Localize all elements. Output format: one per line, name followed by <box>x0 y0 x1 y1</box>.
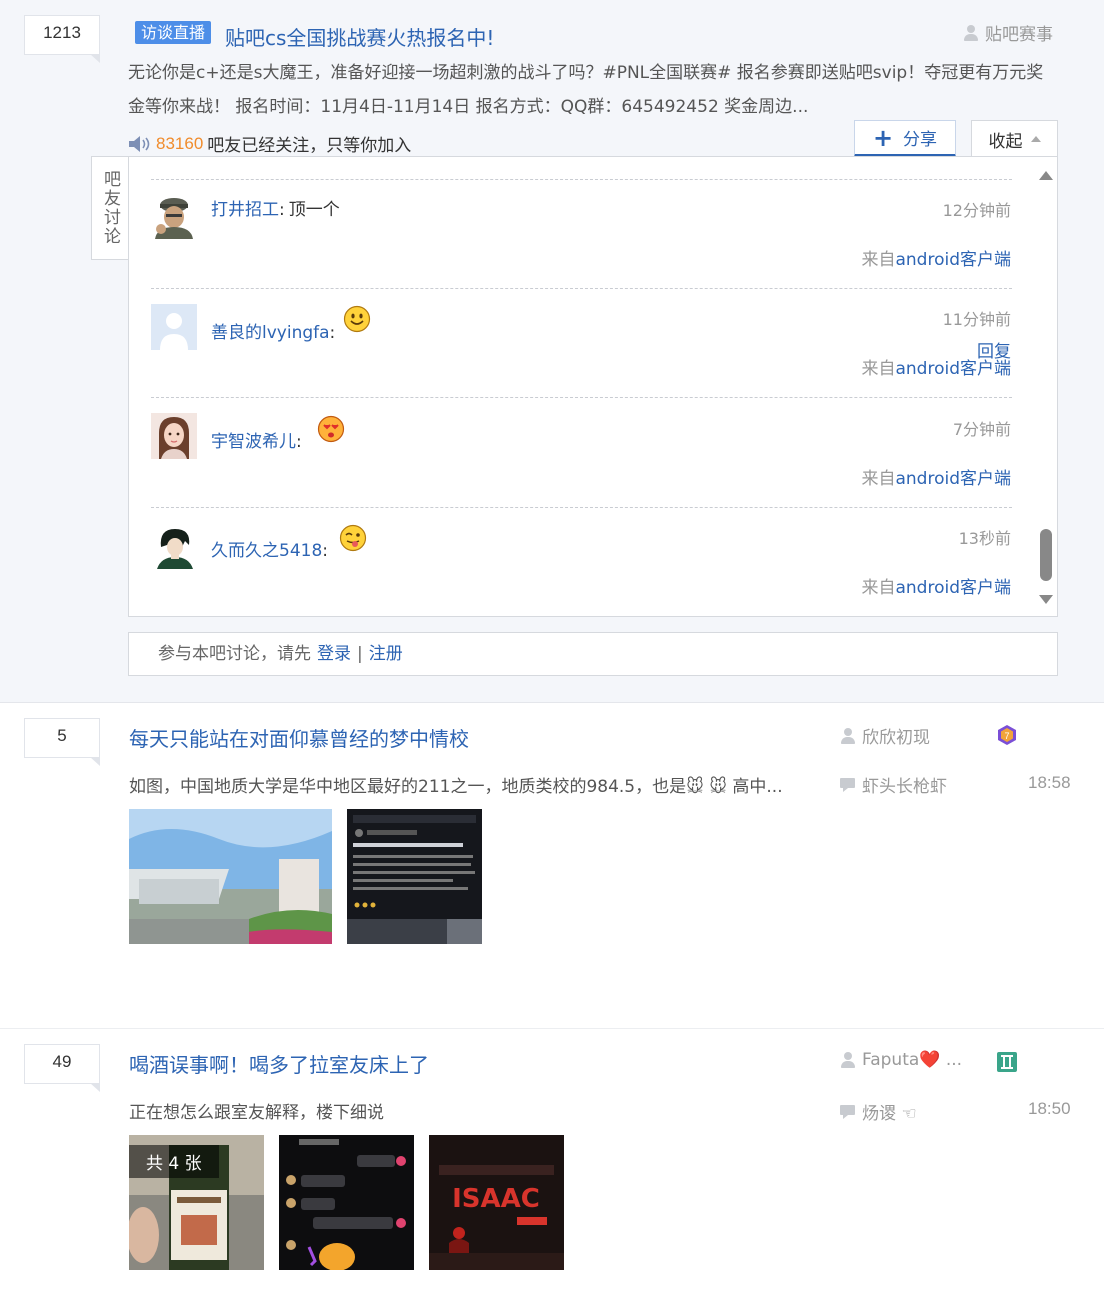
reply-count-badge: 49 <box>24 1044 100 1092</box>
thread-image[interactable] <box>347 809 482 944</box>
client-link[interactable]: android客户端 <box>895 359 1011 379</box>
tongue-emoji-icon <box>339 524 367 552</box>
comment-time: 7分钟前 <box>952 420 1011 439</box>
thread-image[interactable]: 共 4 张 <box>129 1135 264 1270</box>
last-replier-name: 炀谡 ☜ <box>862 1104 917 1124</box>
reply-icon <box>840 777 856 792</box>
avatar[interactable] <box>151 413 197 459</box>
reply-icon <box>840 1104 856 1119</box>
author-name: 欣欣初现 <box>862 728 930 748</box>
kiss-emoji-icon <box>317 415 345 443</box>
last-replier[interactable]: 炀谡 ☜ <box>840 1099 917 1124</box>
login-prompt-bar: 参与本吧讨论，请先 登录 | 注册 <box>128 632 1058 676</box>
default-avatar-image <box>151 304 197 350</box>
comment-time: 12分钟前 <box>942 201 1011 220</box>
last-reply-time: 18:58 <box>1028 773 1071 792</box>
plus-icon: + <box>872 123 894 152</box>
thread-divider <box>0 1028 1104 1029</box>
reply-count-badge: 5 <box>24 718 100 766</box>
last-replier-name: 虾头长枪虾 <box>862 777 947 797</box>
login-link[interactable]: 登录 <box>317 644 351 664</box>
svg-text:7: 7 <box>1004 731 1009 741</box>
fans-notice: 83160 吧友已经关注，只等你加入 <box>128 131 411 156</box>
campus-gate-image <box>129 809 332 944</box>
thread-list-page: 1213 访谈直播 贴吧cs全国挑战赛火热报名中! 贴吧赛事 无论你是c+还是s… <box>0 0 1104 1316</box>
soldier-avatar-image <box>151 193 197 239</box>
thread-abstract: 如图，中国地质大学是华中地区最好的211之一，地质类校的984.5，也是🐭 🐭 … <box>129 777 783 797</box>
comment-author[interactable]: 宇智波希儿: <box>211 427 302 452</box>
client-link[interactable]: android客户端 <box>895 578 1011 598</box>
comment-author[interactable]: 久而久之5418: <box>211 536 328 561</box>
register-link[interactable]: 注册 <box>369 644 403 664</box>
collapse-label: 收起 <box>988 131 1023 152</box>
separator <box>151 288 1012 289</box>
last-reply-time: 18:50 <box>1028 1099 1071 1118</box>
thread-title[interactable]: 每天只能站在对面仰慕曾经的梦中情校 <box>129 723 469 752</box>
client-link[interactable]: android客户端 <box>895 250 1011 270</box>
client-link[interactable]: android客户端 <box>895 469 1011 489</box>
comment-source: 来自android客户端 <box>861 250 1011 270</box>
author-name: 贴吧赛事 <box>985 25 1053 45</box>
avatar[interactable] <box>151 304 197 350</box>
discussion-panel: 打井招工: 顶一个 12分钟前 来自android客户端 善良的lvyingfa: <box>128 156 1058 617</box>
discussion-side-tab[interactable]: 吧友讨论 <box>91 156 129 260</box>
comment-source: 来自android客户端 <box>861 469 1011 489</box>
comment-source: 来自android客户端 <box>861 359 1011 379</box>
user-icon <box>840 1052 856 1068</box>
comment-source: 来自android客户端 <box>861 578 1011 598</box>
author-name: Faputa❤️ ... <box>862 1050 963 1070</box>
fans-count: 83160 <box>156 133 204 153</box>
scroll-up-arrow-icon[interactable] <box>1039 171 1053 180</box>
separator <box>151 179 1012 180</box>
level-badge-icon: 7 <box>998 725 1016 745</box>
comment-author[interactable]: 善良的lvyingfa: <box>211 318 335 343</box>
last-replier[interactable]: 虾头长枪虾 <box>840 772 947 797</box>
thread-author[interactable]: Faputa❤️ ... <box>840 1050 962 1070</box>
separator <box>151 507 1012 508</box>
comment-time: 13秒前 <box>958 529 1011 548</box>
avatar[interactable] <box>151 523 197 569</box>
caret-up-icon <box>1030 136 1041 142</box>
gemini-badge-icon <box>997 1052 1017 1072</box>
featured-thread: 1213 访谈直播 贴吧cs全国挑战赛火热报名中! 贴吧赛事 无论你是c+还是s… <box>0 0 1104 703</box>
speaker-icon <box>129 135 150 152</box>
scroll-down-arrow-icon[interactable] <box>1039 595 1053 604</box>
comment-time: 11分钟前 <box>942 310 1011 329</box>
reply-count-badge: 1213 <box>24 15 100 63</box>
thread-image[interactable] <box>279 1135 414 1270</box>
share-button[interactable]: + 分享 <box>854 120 956 157</box>
game-poster-image: ISAAC <box>429 1135 564 1270</box>
thread-title[interactable]: 喝酒误事啊！喝多了拉室友床上了 <box>129 1049 429 1078</box>
smile-emoji-icon <box>343 305 371 333</box>
girl-avatar-image <box>151 413 197 459</box>
svg-text:ISAAC: ISAAC <box>452 1184 540 1214</box>
login-prompt-text: 参与本吧讨论，请先 <box>158 644 311 664</box>
thread-abstract: 正在想怎么跟室友解释，楼下细说 <box>129 1103 384 1123</box>
user-icon <box>840 727 856 744</box>
image-count-label: 共 4 张 <box>129 1145 219 1178</box>
user-icon <box>963 24 979 41</box>
comment-author[interactable]: 打井招工: 顶一个 <box>211 195 340 220</box>
anime-avatar-image <box>151 523 197 569</box>
thread-image[interactable] <box>129 809 332 944</box>
comment-text: 顶一个 <box>288 200 340 220</box>
fans-text: 吧友已经关注，只等你加入 <box>207 136 412 156</box>
live-interview-badge: 访谈直播 <box>135 21 212 44</box>
thread-abstract: 无论你是c+还是s大魔王，准备好迎接一场超刺激的战斗了吗？#PNL全国联赛# 报… <box>128 63 1044 117</box>
chat-screenshot-image <box>279 1135 414 1270</box>
collapse-button[interactable]: 收起 <box>971 120 1058 157</box>
scrollbar-thumb[interactable] <box>1040 529 1052 581</box>
thread-author[interactable]: 欣欣初现 <box>840 723 930 748</box>
thread-title[interactable]: 贴吧cs全国挑战赛火热报名中! <box>225 22 494 51</box>
phone-screenshot-image <box>347 809 482 944</box>
separator <box>151 397 1012 398</box>
share-label: 分享 <box>903 130 938 150</box>
thread-author[interactable]: 贴吧赛事 <box>963 20 1053 45</box>
thread-image[interactable]: ISAAC <box>429 1135 564 1270</box>
avatar[interactable] <box>151 193 197 239</box>
